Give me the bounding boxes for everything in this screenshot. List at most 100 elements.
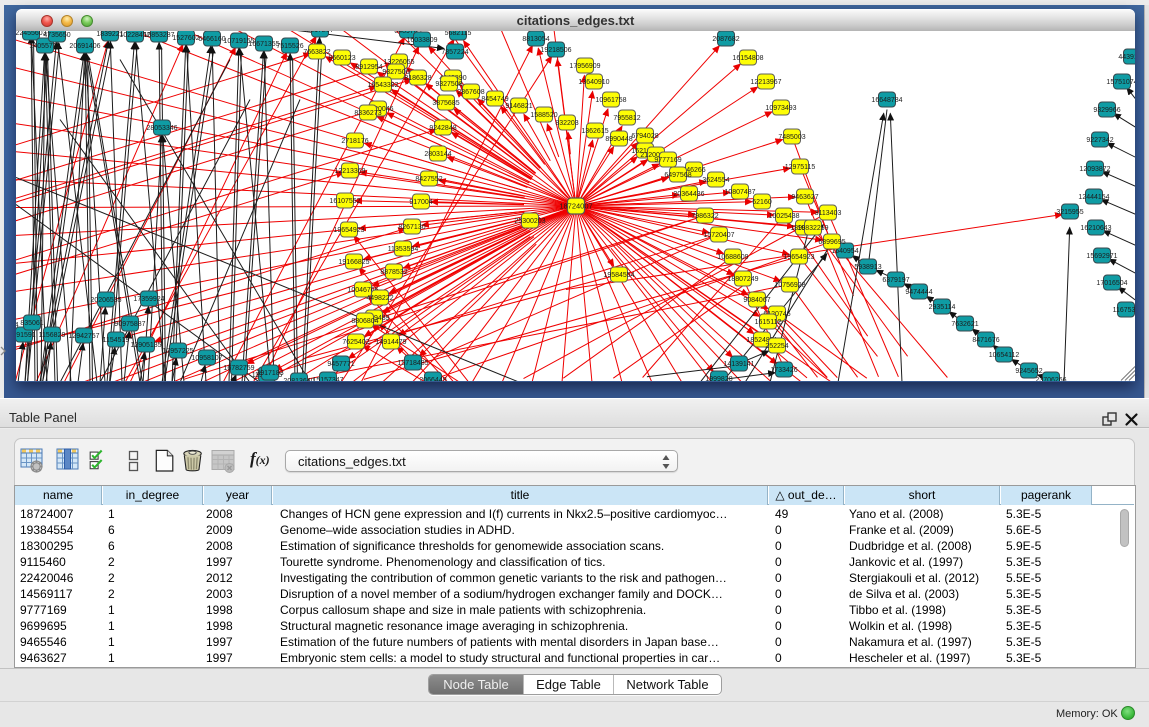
svg-text:9327508: 9327508: [435, 81, 462, 88]
svg-text:7857224: 7857224: [441, 49, 468, 56]
svg-text:10025438: 10025438: [768, 213, 799, 220]
svg-text:17957225: 17957225: [162, 348, 193, 355]
svg-text:2087682: 2087682: [712, 36, 739, 43]
svg-text:9777169: 9777169: [654, 157, 681, 164]
svg-text:1588520: 1588520: [530, 112, 557, 119]
svg-text:9463627: 9463627: [791, 194, 818, 201]
svg-text:7515526: 7515526: [276, 43, 303, 50]
svg-text:1999828: 1999828: [705, 376, 732, 381]
svg-text:16107552: 16107552: [329, 198, 360, 205]
svg-text:7485003: 7485003: [778, 134, 805, 141]
svg-text:15718485: 15718485: [397, 360, 428, 367]
svg-text:5938913: 5938913: [854, 264, 881, 271]
svg-text:11353594: 11353594: [388, 246, 419, 253]
svg-text:19218506: 19218506: [540, 47, 571, 54]
svg-text:1527602: 1527602: [172, 35, 199, 42]
svg-text:16154808: 16154808: [732, 55, 763, 62]
svg-text:8660123: 8660123: [328, 55, 355, 62]
svg-text:9242848: 9242848: [429, 125, 456, 132]
svg-text:6497568: 6497568: [664, 172, 691, 179]
svg-text:6794028: 6794028: [631, 133, 658, 140]
svg-text:8454749: 8454749: [481, 96, 508, 103]
svg-text:8186328: 8186328: [404, 75, 431, 82]
svg-text:9457771: 9457771: [327, 361, 354, 368]
svg-text:9084067: 9084067: [743, 297, 770, 304]
svg-text:9227342: 9227342: [1086, 137, 1113, 144]
svg-text:8471676: 8471676: [972, 337, 999, 344]
svg-text:20364436: 20364436: [673, 191, 704, 198]
svg-text:10958107: 10958107: [191, 355, 222, 362]
svg-text:18724007: 18724007: [559, 202, 592, 211]
svg-text:17016504: 17016504: [1096, 280, 1127, 287]
svg-text:20206535: 20206535: [90, 297, 121, 304]
svg-text:9245652: 9245652: [1015, 368, 1042, 375]
svg-text:2718176: 2718176: [341, 138, 368, 145]
svg-text:4439167: 4439167: [1118, 54, 1135, 61]
svg-text:2803144: 2803144: [424, 151, 451, 158]
svg-text:1154519: 1154519: [103, 337, 130, 344]
svg-text:14914479: 14914479: [375, 339, 406, 346]
svg-text:22455603: 22455603: [16, 31, 47, 37]
svg-text:832203: 832203: [555, 120, 578, 127]
svg-text:3113403: 3113403: [815, 210, 842, 217]
svg-text:7986322: 7986322: [691, 213, 718, 220]
svg-text:3875685: 3875685: [432, 100, 459, 107]
svg-text:62160: 62160: [752, 199, 772, 206]
svg-text:4735650: 4735650: [43, 32, 70, 39]
svg-text:7955812: 7955812: [613, 115, 640, 122]
svg-text:10688609: 10688609: [717, 254, 748, 261]
svg-text:19654923: 19654923: [333, 227, 364, 234]
svg-text:15751074: 15751074: [1106, 79, 1135, 86]
svg-text:8427552: 8427552: [415, 176, 442, 183]
svg-text:10973493: 10973493: [765, 105, 796, 112]
svg-text:3624554: 3624554: [702, 177, 729, 184]
svg-text:10961758: 10961758: [595, 97, 626, 104]
svg-text:10807487: 10807487: [724, 189, 755, 196]
svg-text:90975887: 90975887: [114, 321, 145, 328]
svg-text:15720407: 15720407: [703, 232, 734, 239]
svg-text:16033809: 16033809: [406, 37, 437, 44]
svg-text:20813640: 20813640: [283, 378, 314, 381]
svg-text:3917183: 3917183: [256, 370, 283, 377]
svg-text:5682115: 5682115: [445, 31, 472, 37]
svg-text:9217207: 9217207: [306, 31, 333, 34]
svg-text:19654923: 19654923: [783, 254, 814, 261]
svg-text:14055712: 14055712: [29, 43, 60, 50]
svg-text:8813054: 8813054: [522, 36, 549, 43]
svg-text:9146821: 9146821: [505, 103, 532, 110]
svg-text:12213369: 12213369: [334, 168, 365, 175]
svg-text:252254: 252254: [765, 343, 788, 350]
svg-text:12093872: 12093872: [1079, 166, 1110, 173]
svg-text:10654112: 10654112: [989, 352, 1020, 359]
svg-text:1733426: 1733426: [770, 367, 797, 374]
svg-text:8912954: 8912954: [355, 64, 382, 71]
svg-text:2066449: 2066449: [419, 377, 446, 381]
svg-text:16782759: 16782759: [223, 365, 254, 372]
svg-text:13640910: 13640910: [578, 79, 609, 86]
svg-text:23706266: 23706266: [1035, 377, 1066, 381]
svg-text:19166825: 19166825: [338, 259, 369, 266]
svg-text:15692971: 15692971: [1086, 253, 1117, 260]
svg-text:3215955: 3215955: [1056, 209, 1083, 216]
svg-text:9474444: 9474444: [905, 289, 932, 296]
svg-text:1615112: 1615112: [755, 319, 782, 326]
svg-text:16648784: 16648784: [871, 97, 902, 104]
svg-text:17359924: 17359924: [133, 296, 164, 303]
svg-text:8336273: 8336273: [354, 110, 381, 117]
svg-text:1362615: 1362615: [581, 128, 608, 135]
svg-text:12975115: 12975115: [785, 164, 816, 171]
svg-text:9329966: 9329966: [1093, 107, 1120, 114]
svg-text:25300203: 25300203: [514, 218, 545, 225]
svg-text:16210643: 16210643: [1080, 225, 1111, 232]
svg-text:12905135: 12905135: [130, 342, 161, 349]
svg-text:1156829: 1156829: [39, 332, 66, 339]
svg-text:917004: 917004: [409, 199, 432, 206]
svg-text:7632621: 7632621: [951, 321, 978, 328]
svg-text:8878532: 8878532: [380, 269, 407, 276]
svg-text:20691406: 20691406: [69, 43, 100, 50]
svg-text:12942757: 12942757: [68, 333, 99, 340]
svg-text:391591: 391591: [16, 332, 36, 339]
svg-text:835061: 835061: [20, 320, 43, 327]
svg-text:2867608: 2867608: [457, 89, 484, 96]
svg-text:10756928: 10756928: [774, 282, 805, 289]
